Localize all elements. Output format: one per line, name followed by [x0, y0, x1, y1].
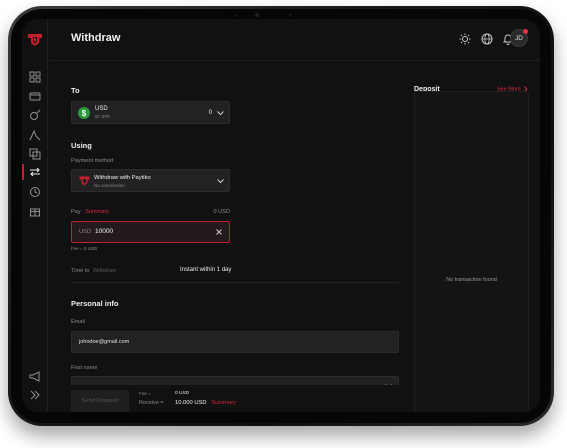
chevron-down-icon [217, 111, 224, 116]
email-label: Email [71, 319, 85, 325]
first-name-label: First name [71, 365, 98, 371]
email-field[interactable]: johndoe@gmail.com [71, 331, 399, 353]
time-value: Instant within 1 day [180, 267, 232, 273]
empty-state-text: No transaction found [446, 277, 497, 283]
notification-dot [523, 29, 528, 34]
avatar-initials: JD [515, 34, 523, 42]
paytiko-logo-icon [79, 176, 90, 186]
time-label-suffix: Withdraw [93, 268, 117, 274]
transfer-icon[interactable] [29, 166, 41, 178]
pay-summary-link[interactable]: Summary [85, 209, 109, 215]
trading-icon[interactable] [29, 109, 41, 121]
fee-note: Fee = 0 USD [71, 246, 98, 251]
deposit-list: No transaction found [414, 91, 529, 412]
personal-info-title: Personal info [71, 299, 119, 308]
dashboard-icon[interactable] [29, 71, 41, 83]
copy-icon[interactable] [29, 148, 41, 160]
payment-method-label: Payment method [71, 158, 114, 164]
app-screen: Withdraw JD To $ USD ID: 879 0 Using Pay… [22, 19, 540, 412]
top-header: Withdraw JD [49, 19, 540, 61]
pay-available: 0 USD [213, 209, 230, 215]
dollar-icon: $ [78, 107, 90, 119]
footer-receive-value: 10.000 USD [175, 400, 207, 406]
sensor-dot [234, 14, 237, 17]
time-label: Time to Withdraw [71, 268, 116, 274]
divider [71, 282, 399, 283]
footer-fee-value: 0 USD [175, 391, 190, 396]
pay-label-text: Pay [71, 209, 81, 215]
using-section-title: Using [71, 141, 92, 150]
send-request-button[interactable]: Send Request [71, 390, 129, 412]
expand-sidebar-icon[interactable] [29, 389, 41, 401]
amount-value[interactable]: 10000 [95, 228, 113, 235]
sidebar [22, 19, 48, 412]
megaphone-icon[interactable] [29, 370, 41, 382]
pay-label: Pay Summary [71, 209, 109, 215]
front-camera [255, 13, 259, 17]
page-title: Withdraw [71, 32, 121, 44]
deposit-panel: Deposit See More No transaction found [413, 62, 540, 412]
footer-receive-row: 10.000 USD Summary [175, 400, 236, 406]
account-id: ID: 879 [95, 114, 110, 119]
clear-icon[interactable] [216, 229, 222, 235]
active-nav-indicator [22, 164, 24, 180]
email-value: johndoe@gmail.com [79, 339, 130, 345]
account-currency: USD [95, 106, 108, 112]
footer-fee-label: Fee = [139, 391, 151, 396]
payment-method-select[interactable]: Withdraw with Paytiko No commission [71, 169, 230, 192]
chart-icon[interactable] [29, 129, 41, 141]
payment-method-name: Withdraw with Paytiko [94, 175, 151, 181]
sensor-dot [289, 14, 292, 17]
account-balance: 0 [208, 110, 212, 116]
payment-method-note: No commission [94, 183, 125, 188]
user-avatar[interactable]: JD [510, 29, 528, 47]
form-footer: Send Request Fee = 0 USD Receive = 10.00… [49, 385, 402, 412]
to-section-title: To [71, 86, 80, 95]
gift-icon[interactable] [29, 205, 41, 217]
footer-summary-link[interactable]: Summary [211, 400, 236, 406]
account-select[interactable]: $ USD ID: 879 0 [71, 101, 230, 124]
footer-receive-label: Receive = [139, 400, 164, 406]
theme-toggle-icon[interactable] [459, 33, 471, 45]
globe-icon[interactable] [481, 33, 493, 45]
amount-currency-prefix: USD [79, 229, 92, 235]
wallet-icon[interactable] [29, 90, 41, 102]
tablet-frame: Withdraw JD To $ USD ID: 879 0 Using Pay… [8, 6, 554, 426]
time-label-text: Time to [71, 268, 90, 274]
amount-input[interactable]: USD 10000 [71, 221, 230, 243]
brand-logo-icon[interactable] [27, 33, 43, 47]
withdraw-form: To $ USD ID: 879 0 Using Payment method … [49, 62, 402, 412]
chevron-down-icon [217, 179, 224, 184]
history-icon[interactable] [29, 186, 41, 198]
